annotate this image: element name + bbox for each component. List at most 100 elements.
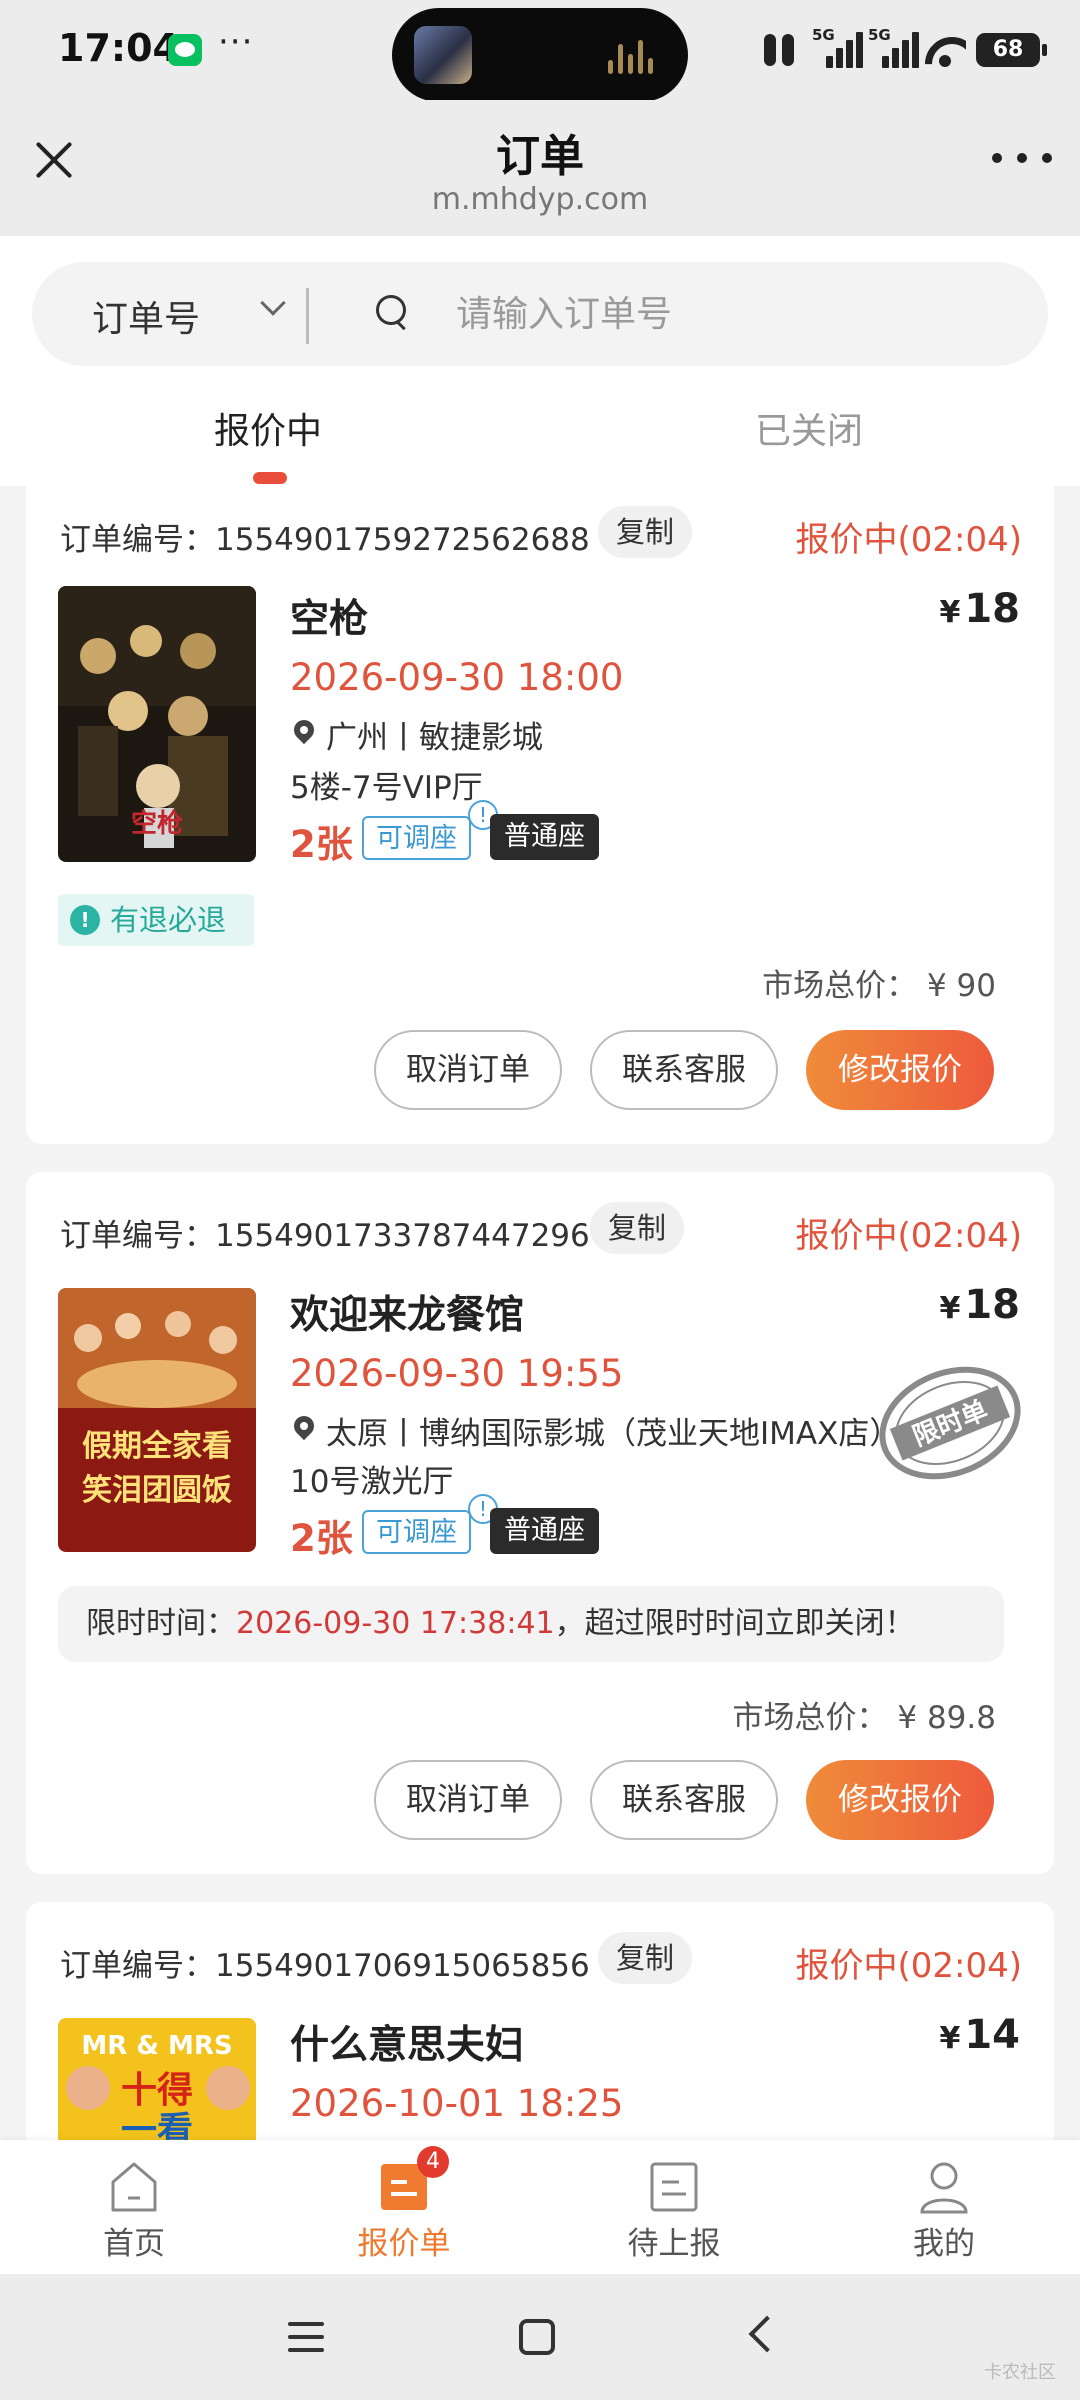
pending-report-icon	[649, 2160, 699, 2214]
notification-badge: 4	[417, 2146, 449, 2178]
signal-icon: 5G	[868, 26, 919, 68]
nav-profile[interactable]: 我的	[864, 2160, 1024, 2263]
poster-tagline: 笑泪团圆饭	[82, 1473, 232, 1508]
search-bar: 订单号	[32, 262, 1048, 366]
showtime: 2026-09-30 19:55	[290, 1352, 624, 1395]
nav-quote-list[interactable]: 4 报价单	[324, 2146, 484, 2263]
modify-quote-button[interactable]: 修改报价	[806, 1760, 994, 1840]
contact-service-button[interactable]: 联系客服	[590, 1760, 778, 1840]
title-bar: 订单 m.mhdyp.com	[0, 100, 1080, 236]
ticket-count: 2张	[290, 1517, 353, 1560]
quote-price: ¥14	[939, 2012, 1020, 2058]
search-icon	[376, 295, 410, 329]
search-input[interactable]	[456, 286, 1016, 342]
status-label: 报价中(02:04)	[795, 1946, 1022, 1986]
poster-tagline: MR & MRS	[81, 2031, 232, 2061]
seat-type-tag: 普通座	[490, 1508, 599, 1554]
status-label: 报价中(02:04)	[795, 1216, 1022, 1256]
movie-poster: 空枪	[58, 586, 256, 862]
order-card: 订单编号：1554901733787447296 复制 报价中(02:04) 假…	[26, 1172, 1054, 1874]
status-time: 17:04	[58, 26, 179, 70]
cancel-order-button[interactable]: 取消订单	[374, 1030, 562, 1110]
nav-pending-report[interactable]: 待上报	[594, 2160, 754, 2263]
poster-tagline: 十得	[121, 2070, 193, 2111]
order-card: 订单编号：1554901759272562688 复制 报价中(02:04) 空…	[26, 486, 1054, 1144]
price-value: 18	[964, 1282, 1020, 1328]
price-value: 14	[964, 2012, 1020, 2058]
nav-home[interactable]: 首页	[54, 2160, 214, 2263]
nav-label: 待上报	[627, 2226, 721, 2262]
tab-quoting[interactable]: 报价中	[214, 402, 322, 454]
now-playing-artwork	[414, 26, 472, 84]
currency-symbol: ¥	[939, 1291, 961, 1326]
battery-icon: 68	[976, 33, 1047, 67]
recent-apps-icon[interactable]	[288, 2322, 324, 2352]
cancel-order-button[interactable]: 取消订单	[374, 1760, 562, 1840]
order-number: 订单编号：1554901706915065856	[60, 1948, 590, 1984]
search-type-dropdown[interactable]: 订单号	[92, 290, 200, 342]
quote-list-icon: 4	[379, 2146, 449, 2214]
tab-closed[interactable]: 已关闭	[755, 402, 863, 454]
currency-symbol: ¥	[939, 2021, 961, 2056]
quote-price: ¥18	[939, 586, 1020, 632]
page-title: 订单	[496, 131, 584, 182]
order-number: 订单编号：1554901759272562688	[60, 522, 590, 558]
limited-order-stamp: 限时单	[870, 1358, 1030, 1488]
nav-label: 我的	[913, 2226, 975, 2262]
signal-icon: 5G	[812, 26, 863, 68]
cinema-name: 广州丨敏捷影城	[326, 720, 543, 756]
limit-time: 2026-09-30 17:38:41	[236, 1606, 555, 1641]
movie-poster: MR & MRS 十得 一看	[58, 2018, 256, 2148]
copy-button[interactable]: 复制	[598, 1932, 693, 1984]
bottom-navigation: 首页 4 报价单 待上报 我的	[0, 2140, 1080, 2274]
cinema-name: 太原丨博纳国际影城（茂业天地IMAX店）	[326, 1416, 901, 1452]
profile-icon	[919, 2160, 969, 2214]
movie-title: 欢迎来龙餐馆	[290, 1293, 525, 1338]
dynamic-island[interactable]	[392, 8, 688, 102]
wechat-notification-icon	[168, 34, 202, 66]
showtime: 2026-09-30 18:00	[290, 656, 624, 699]
refund-label: 有退必退	[110, 903, 227, 937]
nav-label: 首页	[103, 2226, 165, 2262]
watermark: 卡农社区	[984, 2362, 1056, 2383]
svg-text:空枪: 空枪	[131, 808, 183, 839]
order-number: 订单编号：1554901733787447296	[60, 1218, 590, 1254]
movie-title: 空枪	[290, 597, 369, 642]
chevron-down-icon[interactable]	[260, 290, 286, 316]
limit-prefix: 限时时间：	[86, 1606, 236, 1641]
market-total-price: 市场总价： ¥ 89.8	[732, 1700, 996, 1736]
status-label: 报价中(02:04)	[795, 520, 1022, 560]
showtime: 2026-10-01 18:25	[290, 2082, 624, 2125]
home-button-icon[interactable]	[519, 2319, 555, 2355]
movie-title: 什么意思夫妇	[290, 2023, 525, 2068]
price-value: 18	[964, 586, 1020, 632]
copy-button[interactable]: 复制	[598, 506, 693, 558]
wifi-icon	[924, 33, 966, 67]
audio-wave-icon	[608, 40, 662, 74]
market-total-price: 市场总价： ¥ 90	[762, 968, 996, 1004]
contact-service-button[interactable]: 联系客服	[590, 1030, 778, 1110]
home-icon	[109, 2160, 159, 2214]
network-type-label: 5G	[868, 26, 891, 44]
alert-icon: !	[70, 905, 100, 935]
divider	[306, 288, 309, 344]
refund-guarantee-badge: ! 有退必退	[58, 894, 255, 946]
location-pin-icon	[289, 715, 319, 745]
modify-quote-button[interactable]: 修改报价	[806, 1030, 994, 1110]
hall-name: 5楼-7号VIP厅	[290, 770, 483, 806]
active-tab-indicator	[253, 472, 287, 484]
location-pin-icon	[289, 1411, 319, 1441]
more-options-icon[interactable]	[992, 148, 1052, 168]
copy-button[interactable]: 复制	[590, 1202, 685, 1254]
seat-adjustable-tag: 可调座	[362, 816, 471, 860]
seat-type-tag: 普通座	[490, 814, 599, 860]
hall-name: 10号激光厅	[290, 1464, 454, 1500]
limit-suffix: ，超过限时时间立即关闭！	[554, 1606, 915, 1641]
time-limit-notice: 限时时间：2026-09-30 17:38:41，超过限时时间立即关闭！	[58, 1586, 1004, 1662]
back-icon[interactable]	[748, 2315, 786, 2353]
ticket-count: 2张	[290, 823, 353, 866]
quote-price: ¥18	[939, 1282, 1020, 1328]
more-notifications-icon: ···	[218, 22, 254, 62]
status-bar: 17:04 ··· 5G 5G 68	[0, 0, 1080, 102]
earbuds-icon	[758, 32, 802, 68]
